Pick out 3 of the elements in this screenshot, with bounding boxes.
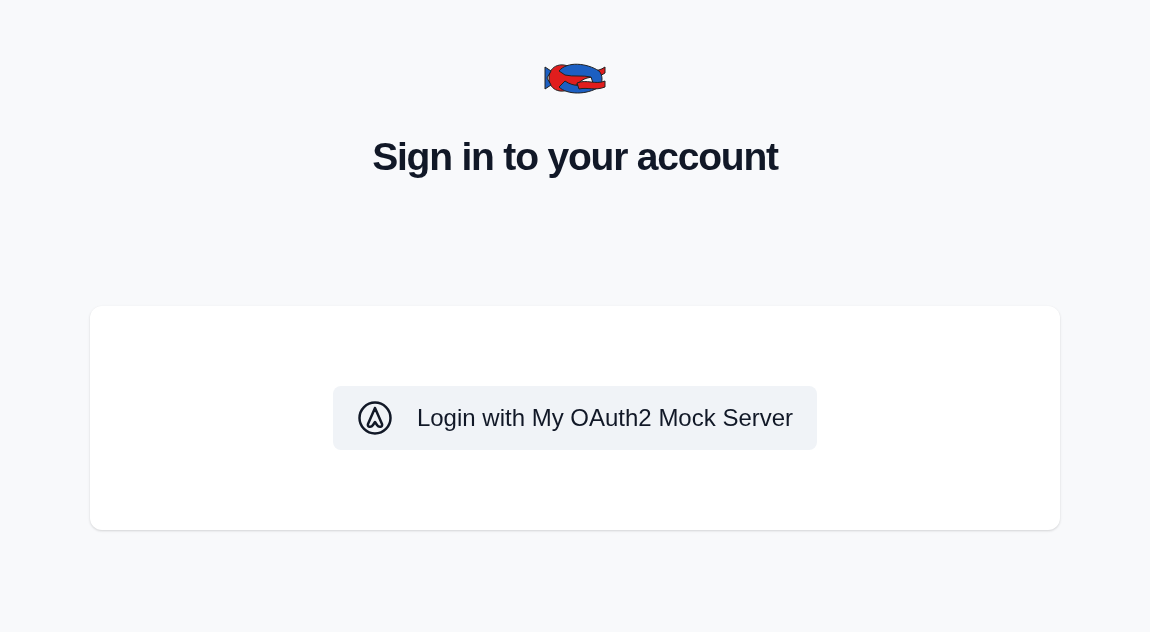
letter-circle-icon xyxy=(356,400,393,436)
page-heading: Sign in to your account xyxy=(372,135,778,179)
login-button[interactable]: Login with My OAuth2 Mock Server xyxy=(332,386,818,450)
